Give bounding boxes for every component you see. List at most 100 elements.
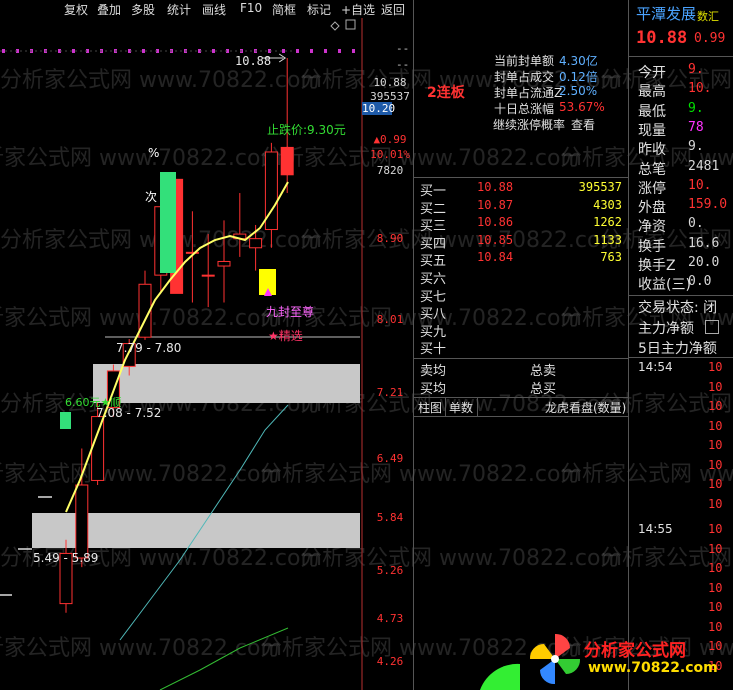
quote-row: 现量 78 (638, 120, 733, 139)
tick-price: 10 (708, 360, 723, 374)
toolbar-item[interactable]: 简框 (272, 1, 296, 18)
quote-label: 昨收 (638, 142, 666, 159)
tick-price: 10 (708, 379, 723, 394)
quote-value: 159.0 (688, 197, 728, 213)
price-tick: 7.21 (376, 385, 404, 399)
candle-body (91, 416, 105, 481)
stat-value: 2.50% (559, 84, 598, 98)
expand-icon[interactable] (705, 320, 719, 334)
pie-segment (480, 663, 520, 690)
bid-volume: 763 (600, 250, 622, 265)
mid-tab[interactable]: 龙虎看盘(数量) (545, 399, 626, 416)
bid-label: 买六 (420, 272, 447, 287)
quote-label: 总笔 (638, 161, 666, 178)
tick-price: 10 (708, 580, 723, 595)
candle-body (217, 260, 231, 267)
stock-name[interactable]: 平潭发展 (636, 3, 696, 24)
quote-row: 换手Z 20.0 (638, 255, 733, 274)
quote-row: 净资 0. (638, 216, 733, 235)
toolbar-item[interactable]: +自选 (341, 1, 375, 18)
toolbar-item[interactable]: 复权 (64, 1, 88, 18)
main-net-label: 主力净额 (638, 321, 694, 337)
stat-label: 封单占流通Z (494, 86, 563, 100)
stat-label: 十日总涨幅 (494, 102, 555, 116)
bid-price: 10.88 (477, 180, 514, 194)
avg-right: 总卖 (530, 364, 557, 379)
price-tick: 4.73 (376, 612, 404, 626)
tick-price: 10 (708, 496, 723, 511)
bid-price: 10.86 (477, 215, 514, 230)
mid-tab[interactable]: 单数 (449, 399, 473, 416)
tick-price: 10 (708, 522, 723, 536)
zone-upper-label: 7.79 - 7.80 (116, 341, 182, 355)
bid-volume: 395537 (578, 180, 622, 194)
orderbook-row: 买三 10.86 1262 (420, 215, 626, 234)
quote-value: 16.6 (688, 235, 720, 251)
orderbook-row: 买二 10.87 4303 (420, 197, 626, 217)
pinwheel-icon (529, 633, 581, 685)
axis-dash-top: -- (396, 42, 410, 55)
nine-seal-label: 九封至尊 (266, 305, 315, 319)
axis-info-line: 10.01% (370, 148, 410, 161)
tick-price: 10 (708, 399, 723, 413)
quote-label: 现量 (638, 122, 666, 139)
top-marker-dot (2, 49, 5, 53)
stat-value: 53.67% (559, 100, 605, 114)
bid-label: 买九 (420, 324, 447, 340)
toolbar-item[interactable]: 叠加 (97, 1, 121, 18)
tick-price: 10 (708, 561, 723, 575)
orderbook-row: 买五 10.84 763 (420, 250, 626, 269)
logo-url: www.70822.com (588, 660, 718, 676)
orderbook-row: 买六 (420, 268, 626, 287)
axis-info-line: 10.20 (362, 102, 396, 115)
toolbar-item[interactable]: 多股 (131, 1, 155, 18)
chart-toolbar: 复权 叠加 多股 统计 画线 F10 简框 标记 +自选 返回 (0, 0, 412, 17)
top-marker-dot (72, 49, 75, 53)
bid-volume: 1262 (593, 215, 622, 230)
quote-label: 最高 (638, 84, 666, 101)
toolbar-item[interactable]: F10 (240, 1, 262, 15)
tick-price: 10 (708, 457, 723, 472)
quote-row: 涨停 10. (638, 178, 733, 197)
quote-label: 换手Z (638, 258, 676, 274)
selected-label: ★精选 (268, 329, 303, 343)
orderbook-row: 买七 (420, 286, 626, 305)
price-tick: 6.49 (376, 451, 404, 465)
orderbook-row: 买九 (420, 321, 626, 340)
candle-body (280, 146, 294, 176)
signal-bar (160, 172, 176, 273)
stop-price-label: 止跌价:9.30元 (267, 123, 346, 137)
quote-row: 收益(三) 0.0 (638, 274, 733, 293)
orderbook-row: 买十 (420, 338, 626, 357)
top-marker-dot (212, 49, 215, 53)
support-zone (93, 364, 360, 403)
top-marker-dot (282, 49, 285, 53)
top-marker-dot (310, 49, 313, 53)
quote-row: 昨收 9. (638, 139, 733, 158)
mid-tab[interactable]: 柱图 (418, 399, 442, 416)
trade-status: 交易状态: 闭 (638, 300, 718, 316)
quote-label: 最低 (638, 103, 666, 120)
quote-value: 20.0 (688, 255, 720, 270)
toolbar-item[interactable]: 标记 (307, 1, 331, 18)
avg-left: 买均 (420, 382, 447, 397)
tick-price: 10 (708, 438, 723, 452)
stat-value: 4.30亿 (559, 54, 598, 68)
quote-value: 2481 (688, 158, 720, 174)
quote-value: 9. (688, 62, 704, 77)
bid-price: 10.87 (477, 197, 514, 212)
quote-label: 换手 (638, 238, 666, 255)
candle-body (201, 274, 215, 277)
quote-row: 最高 10. (638, 81, 733, 100)
quote-value: 9. (688, 100, 704, 116)
bid-label: 买七 (420, 289, 447, 305)
avg-left: 卖均 (420, 364, 447, 379)
toolbar-item[interactable]: 统计 (167, 1, 191, 18)
quote-value: 10. (688, 81, 712, 97)
toolbar-item[interactable]: 画线 (202, 1, 226, 18)
bid-label: 买二 (420, 201, 447, 217)
toolbar-item[interactable]: 返回 (381, 1, 405, 18)
price-tick: 5.26 (376, 563, 404, 577)
top-marker-dot (338, 49, 341, 53)
stat-value[interactable]: 查看 (571, 116, 595, 133)
